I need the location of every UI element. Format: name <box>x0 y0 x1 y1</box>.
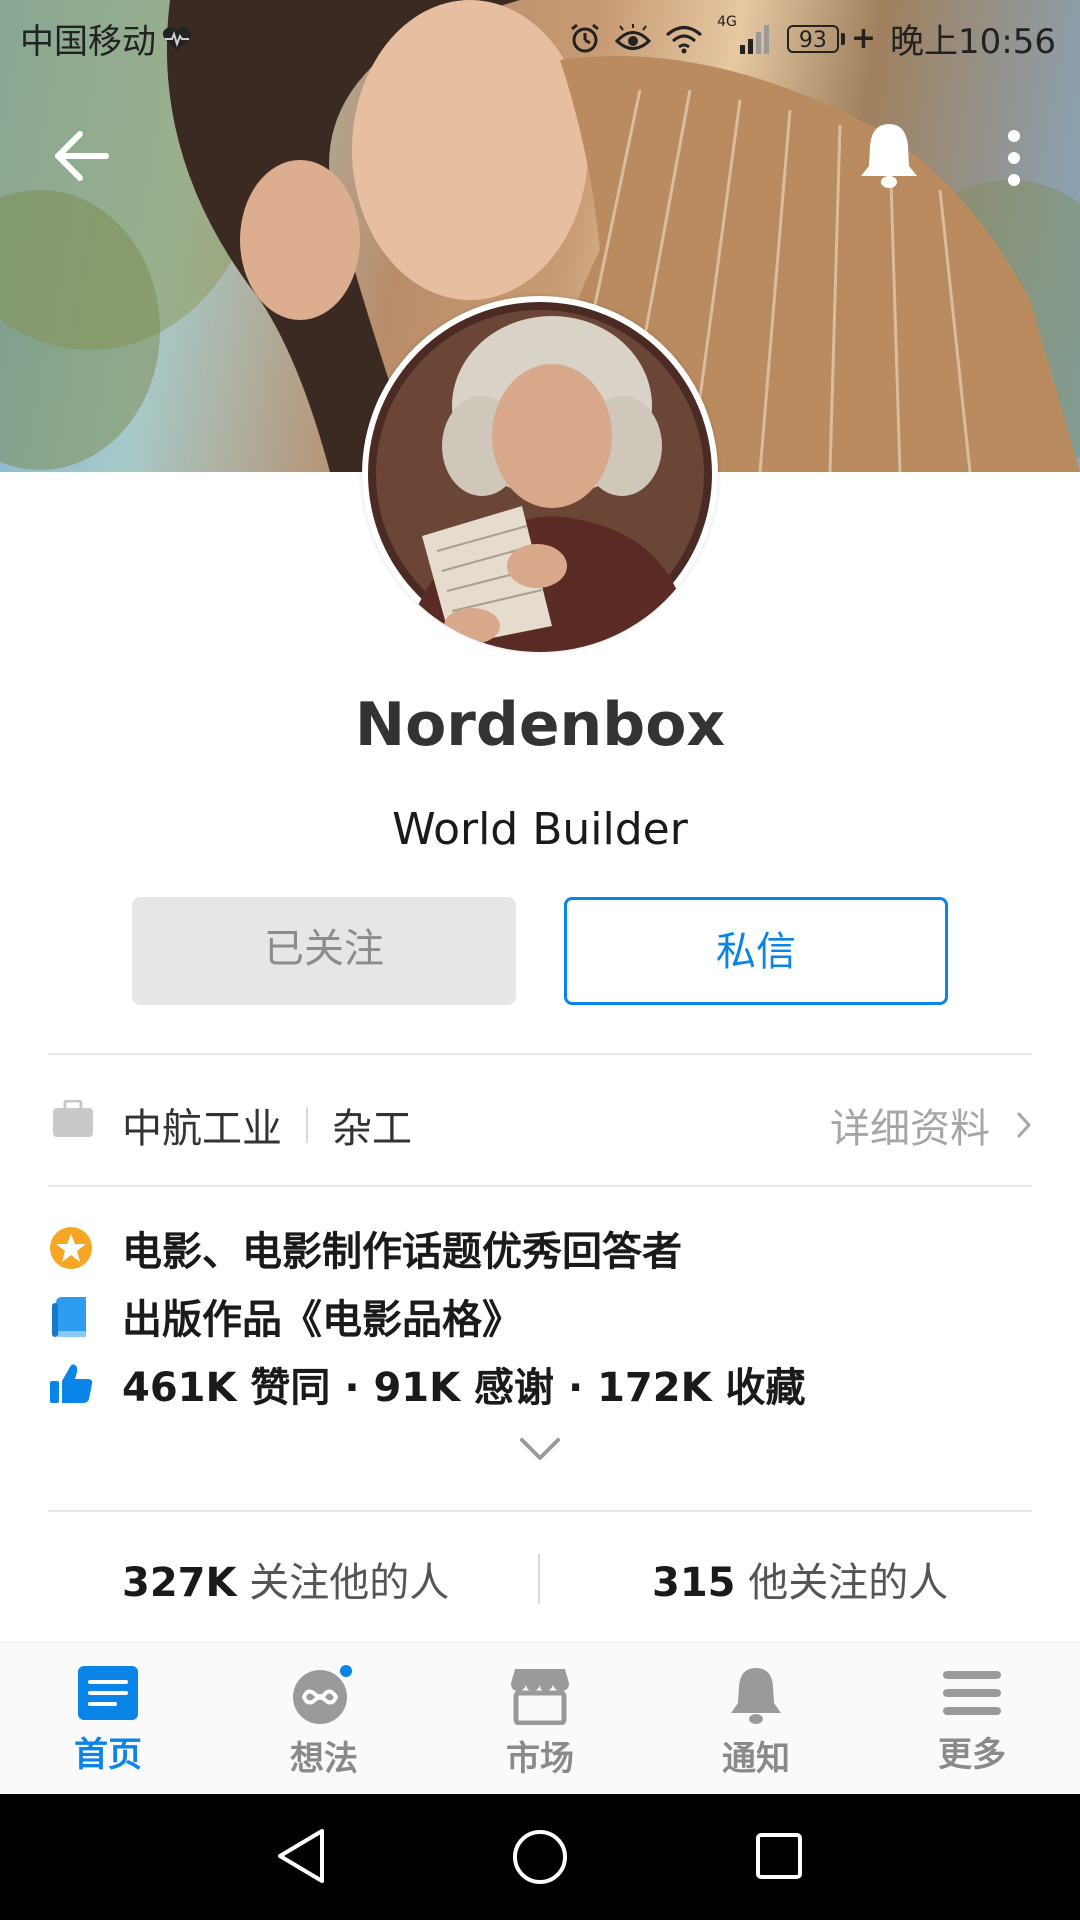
profile-headline: World Builder <box>392 804 688 855</box>
following-stat[interactable]: 315 他关注的人 <box>652 1550 948 1608</box>
briefcase-icon <box>53 1100 93 1137</box>
avatar[interactable] <box>362 296 718 652</box>
nav-label: 通知 <box>722 1739 790 1779</box>
thumbs-up-icon <box>50 1364 93 1403</box>
profile-name: Nordenbox <box>354 690 726 760</box>
profile-details-link[interactable]: 详细资料 <box>830 1096 1032 1154</box>
alarm-icon <box>571 23 600 52</box>
status-left: 中国移动 <box>20 14 192 63</box>
system-recents-icon[interactable] <box>754 1831 804 1881</box>
eye-comfort-icon <box>615 23 652 50</box>
charging-icon: + <box>850 21 877 56</box>
carrier-name: 中国移动 <box>20 22 156 62</box>
more-vertical-icon <box>1008 130 1020 186</box>
status-bar: 中国移动 4G 93 + 晚上10:56 <box>0 0 1080 72</box>
achievement-row-publication[interactable]: 出版作品《电影品格》 <box>48 1286 522 1346</box>
notification-bell-icon <box>731 1668 781 1724</box>
achievement-text: 出版作品《电影品格》 <box>122 1297 522 1343</box>
market-icon <box>511 1669 569 1725</box>
menu-icon <box>943 1671 1001 1715</box>
company-text: 中航工业 杂工 <box>122 1096 412 1154</box>
following-count: 315 <box>652 1560 736 1606</box>
message-button[interactable]: 私信 <box>564 897 948 1005</box>
star-badge-icon <box>50 1227 92 1269</box>
back-button[interactable] <box>52 126 112 186</box>
company-separator <box>306 1107 308 1143</box>
nav-market[interactable]: 市场 <box>470 1665 610 1785</box>
home-feed-icon <box>78 1666 138 1720</box>
followers-count: 327K <box>122 1560 237 1606</box>
signal-icon <box>739 24 769 54</box>
clock: 晚上10:56 <box>890 22 1056 62</box>
company-info-row[interactable]: 中航工业 杂工 详细资料 <box>48 1054 1032 1186</box>
followed-button[interactable]: 已关注 <box>132 897 516 1005</box>
nav-more[interactable]: 更多 <box>902 1665 1042 1785</box>
chevron-right-icon <box>1017 1112 1031 1138</box>
wifi-icon <box>666 25 703 53</box>
achievement-text: 电影、电影制作话题优秀回答者 <box>122 1229 682 1275</box>
employer-name: 中航工业 <box>122 1106 282 1152</box>
ideas-icon <box>293 1665 352 1724</box>
subscribe-notifications-button[interactable] <box>858 120 920 190</box>
battery-tip <box>840 32 845 45</box>
system-home-icon[interactable] <box>510 1827 570 1887</box>
achievement-row-top-answerer: 电影、电影制作话题优秀回答者 <box>48 1218 682 1278</box>
nav-label: 想法 <box>290 1739 358 1779</box>
nav-label: 更多 <box>938 1735 1006 1775</box>
heart-rate-icon <box>162 26 192 51</box>
nav-label: 首页 <box>74 1735 142 1775</box>
book-icon <box>52 1297 86 1337</box>
nav-label: 市场 <box>506 1739 574 1779</box>
bottom-navigation: 首页 想法 市场 通知 更多 <box>0 1642 1080 1795</box>
more-options-button[interactable] <box>996 126 1032 190</box>
system-back-icon[interactable] <box>276 1827 326 1885</box>
bell-icon <box>861 124 917 188</box>
followers-row: 327K 关注他的人 315 他关注的人 <box>0 1520 1080 1640</box>
achievement-text: 461K 赞同 · 91K 感谢 · 172K 收藏 <box>122 1365 806 1411</box>
system-navigation-bar <box>0 1794 1080 1920</box>
details-label: 详细资料 <box>830 1106 990 1152</box>
divider <box>48 1510 1032 1512</box>
nav-ideas[interactable]: 想法 <box>254 1665 394 1785</box>
job-position: 杂工 <box>332 1106 412 1152</box>
network-type: 4G <box>717 14 737 30</box>
avatar-image <box>368 302 712 652</box>
followers-label: 关注他的人 <box>249 1560 450 1606</box>
achievement-row-stats: 461K 赞同 · 91K 感谢 · 172K 收藏 <box>48 1354 806 1414</box>
followers-stat[interactable]: 327K 关注他的人 <box>122 1550 449 1608</box>
battery-indicator: 93 + <box>786 21 877 56</box>
divider <box>48 1185 1032 1187</box>
followers-separator <box>538 1554 540 1604</box>
nav-notifications[interactable]: 通知 <box>686 1665 826 1785</box>
nav-home[interactable]: 首页 <box>38 1665 178 1785</box>
expand-chevron-down-icon[interactable] <box>518 1436 562 1462</box>
battery-level: 93 <box>786 24 839 53</box>
following-label: 他关注的人 <box>748 1560 949 1606</box>
arrow-left-icon <box>55 131 109 181</box>
status-right: 4G 93 + 晚上10:56 <box>569 14 1056 63</box>
